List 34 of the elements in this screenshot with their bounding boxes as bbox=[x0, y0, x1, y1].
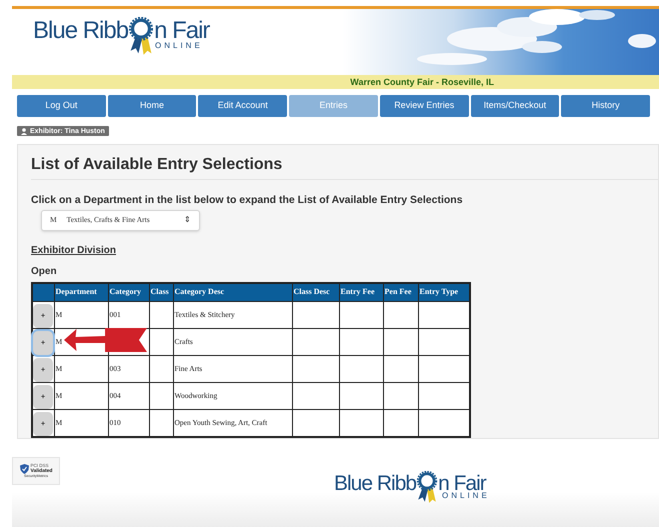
user-icon bbox=[21, 128, 27, 134]
ribbon-medal-icon bbox=[128, 17, 154, 56]
logo-text: Blue Ribb bbox=[334, 473, 416, 494]
column-header: Category Desc bbox=[174, 287, 224, 296]
instruction-text: Click on a Department in the list below to expand the List of Available Entry Selections bbox=[31, 195, 464, 206]
column-header: Pen Fee bbox=[384, 287, 412, 296]
logo-subtitle: ONLINE bbox=[155, 42, 203, 50]
logo-text: n Fair bbox=[154, 19, 210, 43]
logo-subtitle: ONLINE bbox=[442, 492, 490, 500]
logo-text: Blue Ribb bbox=[33, 19, 128, 43]
column-header: Class bbox=[150, 287, 169, 296]
division-name: Open bbox=[31, 266, 58, 276]
nav-tab[interactable]: Review Entries bbox=[380, 95, 469, 117]
logo-text: n Fair bbox=[438, 473, 486, 494]
page-title: List of Available Entry Selections bbox=[31, 157, 284, 173]
nav-tab[interactable]: History bbox=[561, 95, 650, 117]
expand-button[interactable]: + bbox=[33, 304, 53, 328]
expand-button[interactable]: + bbox=[33, 331, 53, 355]
nav-tab[interactable]: Log Out bbox=[17, 95, 106, 117]
nav-tab[interactable]: Home bbox=[108, 95, 196, 117]
expand-button[interactable]: + bbox=[33, 358, 53, 382]
fair-banner-title: Warren County Fair - Roseville, IL bbox=[350, 78, 494, 86]
column-header: Category bbox=[110, 287, 142, 296]
column-header: Entry Fee bbox=[340, 287, 374, 296]
division-label: Exhibitor Division bbox=[31, 244, 116, 256]
shield-icon bbox=[20, 464, 29, 474]
column-header: Department bbox=[56, 287, 97, 296]
column-header: Class Desc bbox=[294, 287, 330, 296]
column-header: Entry Type bbox=[420, 287, 458, 296]
ribbon-medal-icon bbox=[416, 471, 438, 504]
expand-button[interactable]: + bbox=[33, 412, 53, 436]
nav-tab[interactable]: Items/Checkout bbox=[470, 95, 560, 117]
nav-tab[interactable]: Edit Account bbox=[198, 95, 288, 117]
expand-button[interactable]: + bbox=[33, 385, 53, 409]
